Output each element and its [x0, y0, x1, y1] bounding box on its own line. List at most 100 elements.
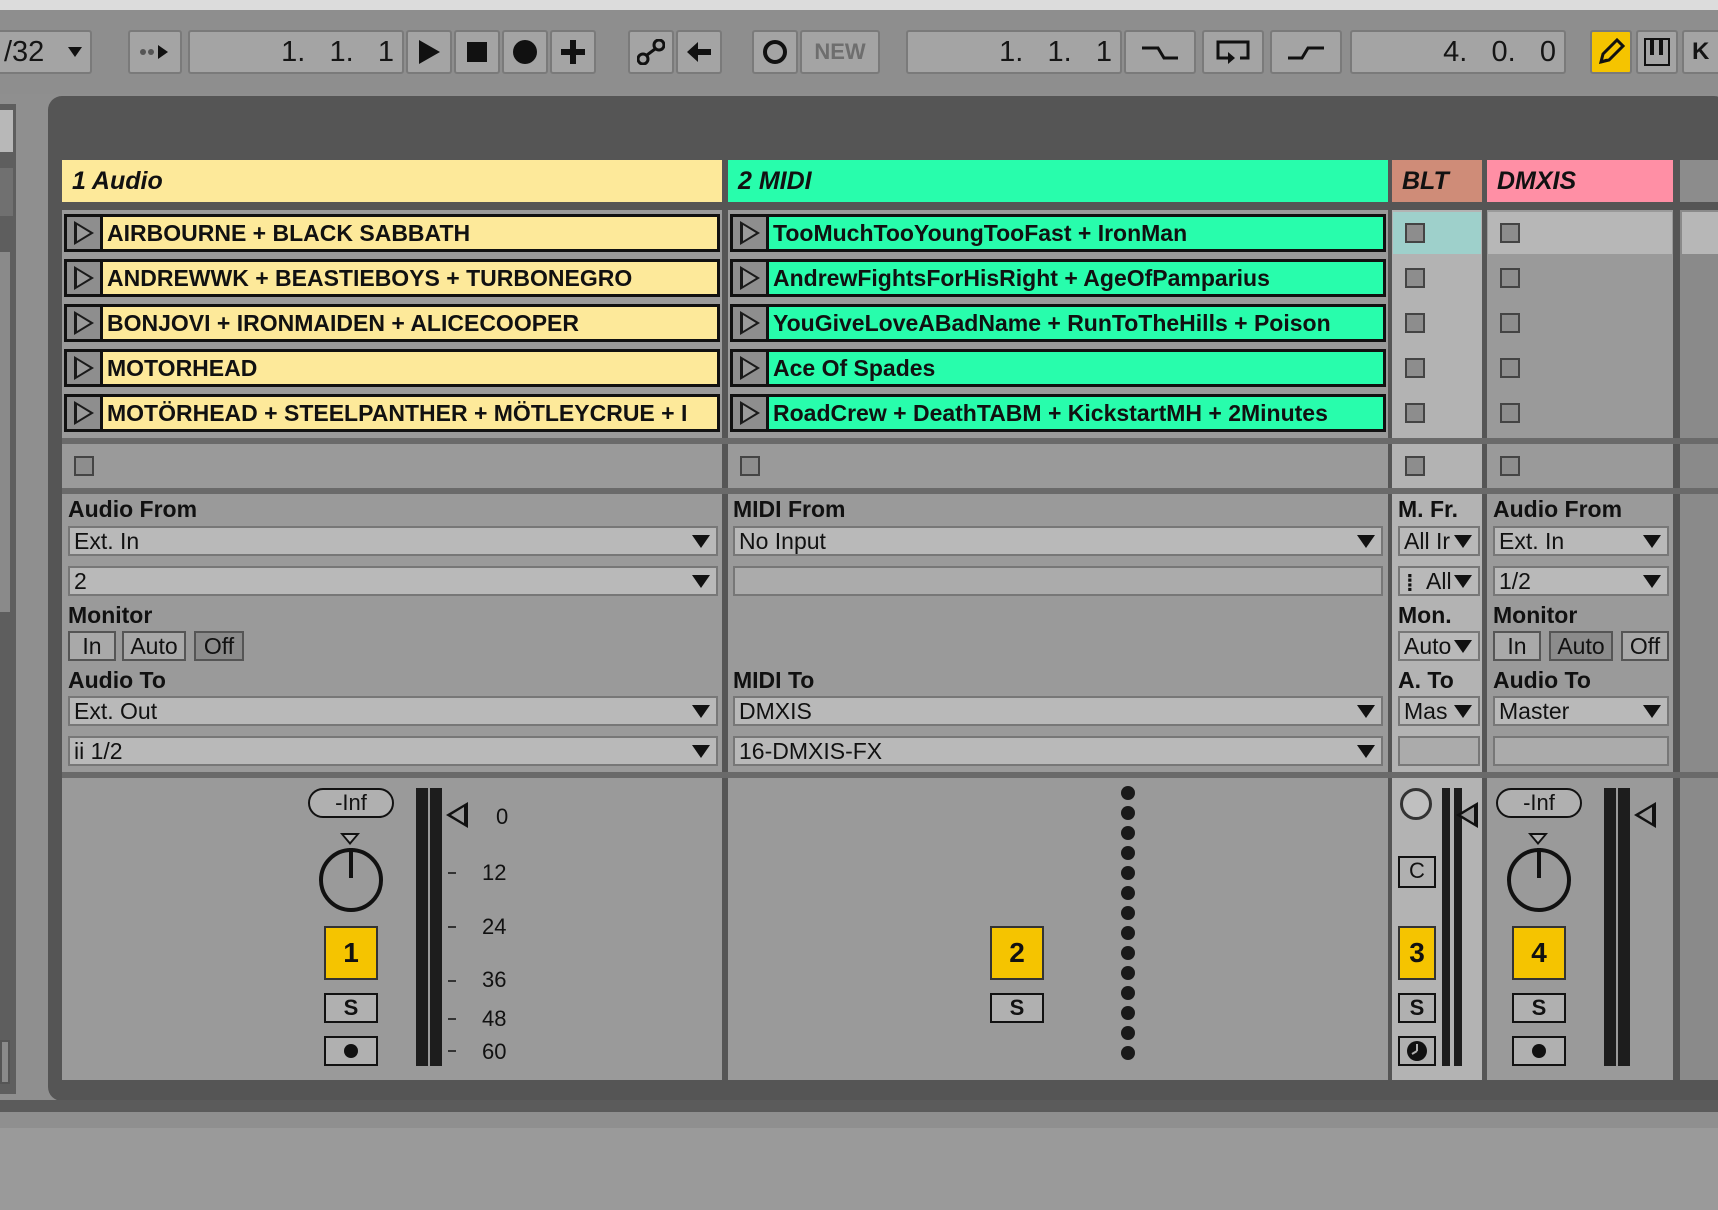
- track-header-midi[interactable]: 2 MIDI: [728, 160, 1388, 202]
- solo-button[interactable]: S: [324, 993, 378, 1023]
- track-volume-display[interactable]: -Inf: [308, 788, 394, 818]
- output-type-select[interactable]: Ext. Out: [68, 696, 718, 726]
- track-activator-button[interactable]: 1: [324, 926, 378, 980]
- pan-knob[interactable]: [1507, 848, 1571, 912]
- monitor-off-button[interactable]: Off: [1621, 631, 1669, 661]
- crossfade-assign-button[interactable]: C: [1398, 856, 1436, 888]
- draw-mode-button[interactable]: [1590, 30, 1632, 74]
- arm-record-button[interactable]: [1512, 1036, 1566, 1066]
- left-strip-button[interactable]: [0, 1040, 10, 1084]
- keyboard-midi-button[interactable]: [1636, 30, 1678, 74]
- output-channel-select[interactable]: ii 1/2: [68, 736, 718, 766]
- clip-launch-button[interactable]: [67, 217, 103, 249]
- stop-clip-icon[interactable]: [1405, 223, 1425, 243]
- track-activator-button[interactable]: 4: [1512, 926, 1566, 980]
- track-activator-button[interactable]: 2: [990, 926, 1044, 980]
- solo-button[interactable]: S: [990, 993, 1044, 1023]
- input-channel-select[interactable]: ⁞ All: [1398, 566, 1480, 596]
- clip-slot[interactable]: TooMuchTooYoungTooFast + IronMan: [730, 214, 1386, 252]
- clip-slot[interactable]: BONJOVI + IRONMAIDEN + ALICECOOPER: [64, 304, 720, 342]
- stop-all-clips-icon[interactable]: [1405, 456, 1425, 476]
- stop-all-clips-icon[interactable]: [1500, 456, 1520, 476]
- overdub-button[interactable]: [752, 30, 798, 74]
- clip-launch-button[interactable]: [67, 307, 103, 339]
- clip-slot[interactable]: MOTÖRHEAD + STEELPANTHER + MÖTLEYCRUE + …: [64, 394, 720, 432]
- loop-start-position[interactable]: 1. 1. 1: [906, 30, 1122, 74]
- input-channel-select[interactable]: 2: [68, 566, 718, 596]
- solo-button[interactable]: S: [1512, 993, 1566, 1023]
- monitor-auto-button[interactable]: Auto: [122, 631, 186, 661]
- clip-slot[interactable]: YouGiveLoveABadName + RunToTheHills + Po…: [730, 304, 1386, 342]
- quantize-select[interactable]: /32: [0, 30, 92, 74]
- clip-launch-button[interactable]: [733, 397, 769, 429]
- punch-out-button[interactable]: [1270, 30, 1342, 74]
- arrangement-position[interactable]: 1. 1. 1: [188, 30, 404, 74]
- stop-clip-icon[interactable]: [1500, 358, 1520, 378]
- volume-fader-handle[interactable]: [1634, 802, 1656, 828]
- input-type-select[interactable]: Ext. In: [1493, 526, 1669, 556]
- clip-slot[interactable]: Ace Of Spades: [730, 349, 1386, 387]
- monitor-off-button[interactable]: Off: [194, 631, 244, 661]
- input-type-select[interactable]: Ext. In: [68, 526, 718, 556]
- track-activator-button[interactable]: 3: [1398, 926, 1436, 980]
- stop-all-clips-icon[interactable]: [740, 456, 760, 476]
- clip-launch-button[interactable]: [67, 397, 103, 429]
- clip-launch-button[interactable]: [733, 352, 769, 384]
- clip-launch-button[interactable]: [67, 352, 103, 384]
- volume-fader-handle[interactable]: [446, 802, 468, 828]
- scene-slot[interactable]: [1682, 212, 1718, 254]
- stop-all-clips-icon[interactable]: [74, 456, 94, 476]
- loop-button[interactable]: [1202, 30, 1264, 74]
- input-channel-select[interactable]: 1/2: [1493, 566, 1669, 596]
- stop-clip-icon[interactable]: [1500, 268, 1520, 288]
- solo-button[interactable]: S: [1398, 993, 1436, 1023]
- input-type-select[interactable]: No Input: [733, 526, 1383, 556]
- output-type-select[interactable]: DMXIS: [733, 696, 1383, 726]
- stop-clip-icon[interactable]: [1500, 313, 1520, 333]
- left-scrollbar[interactable]: [0, 252, 10, 612]
- output-channel-select[interactable]: 16-DMXIS-FX: [733, 736, 1383, 766]
- output-type-select[interactable]: Mas: [1398, 696, 1480, 726]
- back-to-arrangement-button[interactable]: [676, 30, 722, 74]
- monitor-auto-button[interactable]: Auto: [1549, 631, 1613, 661]
- stop-clip-icon[interactable]: [1405, 268, 1425, 288]
- stop-clip-icon[interactable]: [1405, 358, 1425, 378]
- clip-slot[interactable]: RoadCrew + DeathTABM + KickstartMH + 2Mi…: [730, 394, 1386, 432]
- punch-in-button[interactable]: [1124, 30, 1196, 74]
- stop-clip-icon[interactable]: [1500, 403, 1520, 423]
- clip-launch-button[interactable]: [733, 217, 769, 249]
- clip-slot[interactable]: ANDREWWK + BEASTIEBOYS + TURBONEGRO: [64, 259, 720, 297]
- monitor-in-button[interactable]: In: [68, 631, 116, 661]
- stop-clip-icon[interactable]: [1405, 313, 1425, 333]
- follow-button[interactable]: [128, 30, 182, 74]
- clip-launch-button[interactable]: [733, 307, 769, 339]
- circle-icon[interactable]: [1400, 788, 1432, 820]
- arm-record-button[interactable]: [324, 1036, 378, 1066]
- pan-knob[interactable]: [319, 848, 383, 912]
- clip-launch-button[interactable]: [733, 262, 769, 294]
- clip-slot[interactable]: MOTORHEAD: [64, 349, 720, 387]
- stop-clip-icon[interactable]: [1405, 403, 1425, 423]
- record-button[interactable]: [502, 30, 548, 74]
- track-header-dmxis[interactable]: DMXIS: [1487, 160, 1673, 202]
- automation-arm-button[interactable]: [628, 30, 674, 74]
- clip-slot[interactable]: AIRBOURNE + BLACK SABBATH: [64, 214, 720, 252]
- track-header-audio[interactable]: 1 Audio: [62, 160, 722, 202]
- stop-clip-icon[interactable]: [1500, 223, 1520, 243]
- output-type-select[interactable]: Master: [1493, 696, 1669, 726]
- session-record-button[interactable]: [550, 30, 596, 74]
- loop-length-position[interactable]: 4. 0. 0: [1350, 30, 1566, 74]
- track-header-blt[interactable]: BLT: [1392, 160, 1482, 202]
- volume-fader-handle[interactable]: [1456, 802, 1478, 828]
- clip-launch-button[interactable]: [67, 262, 103, 294]
- play-button[interactable]: [406, 30, 452, 74]
- input-type-select[interactable]: All Ir: [1398, 526, 1480, 556]
- monitor-in-button[interactable]: In: [1493, 631, 1541, 661]
- stop-button[interactable]: [454, 30, 500, 74]
- track-volume-display[interactable]: -Inf: [1496, 788, 1582, 818]
- clip-slot[interactable]: AndrewFightsForHisRight + AgeOfPamparius: [730, 259, 1386, 297]
- new-button[interactable]: NEW: [800, 30, 880, 74]
- monitor-select[interactable]: Auto: [1398, 631, 1480, 661]
- monitor-clock-button[interactable]: [1398, 1036, 1436, 1066]
- key-map-button[interactable]: K: [1682, 30, 1718, 74]
